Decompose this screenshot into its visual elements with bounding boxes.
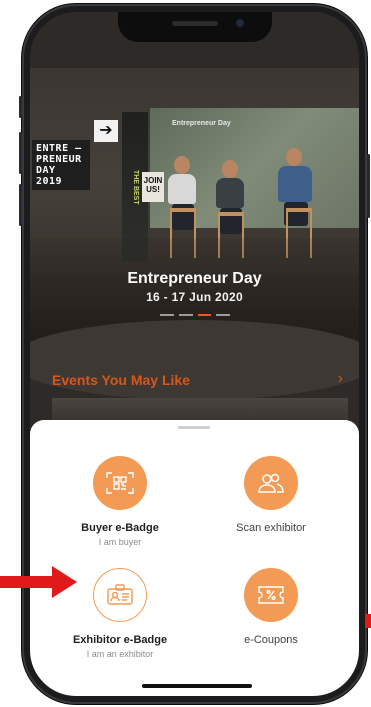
scan-exhibitor-option[interactable]: Scan exhibitor — [196, 456, 346, 534]
power-button — [367, 154, 370, 218]
hero-banner[interactable]: Entrepreneur Day ENTRE — PRENEUR DAY 201… — [30, 68, 359, 348]
front-camera — [236, 19, 244, 27]
id-card-icon — [93, 568, 147, 622]
stage-screen-text: Entrepreneur Day — [172, 120, 231, 127]
carousel-dot[interactable] — [178, 314, 193, 316]
volume-up-button — [19, 132, 22, 174]
phone-frame: Entrepreneur Day ENTRE — PRENEUR DAY 201… — [19, 4, 370, 704]
qr-code-icon — [93, 456, 147, 510]
arrow-sign-icon: ➔ — [94, 120, 118, 142]
phone-screen: Entrepreneur Day ENTRE — PRENEUR DAY 201… — [30, 12, 359, 696]
carousel-dot[interactable] — [160, 314, 174, 316]
mute-switch — [19, 96, 22, 118]
carousel-dot[interactable] — [197, 314, 212, 316]
notch — [118, 12, 272, 42]
carousel-indicator[interactable] — [160, 314, 230, 318]
hero-title: Entrepreneur Day — [127, 270, 262, 287]
option-subtitle: I am buyer — [98, 537, 142, 547]
annotation-mark — [365, 614, 371, 628]
buyer-e-badge-option[interactable]: Buyer e-Badge I am buyer — [45, 456, 195, 547]
option-subtitle: I am an exhibitor — [86, 649, 154, 659]
e-coupons-option[interactable]: e-Coupons — [196, 568, 346, 646]
option-label: Scan exhibitor — [236, 522, 306, 534]
hero-date: 16 - 17 Jun 2020 — [146, 290, 243, 304]
option-label: Buyer e-Badge — [81, 522, 159, 534]
home-indicator[interactable] — [142, 684, 252, 688]
option-label: e-Coupons — [244, 634, 298, 646]
hero-curve — [30, 320, 359, 400]
section-title: Events You May Like — [52, 372, 190, 388]
carousel-dot[interactable] — [216, 314, 230, 316]
bottom-sheet: Buyer e-Badge I am buyer Scan exhibitor — [30, 420, 359, 696]
annotation-arrow-icon — [0, 566, 77, 598]
sheet-drag-handle[interactable] — [178, 426, 210, 429]
chevron-right-icon[interactable]: › — [338, 370, 343, 388]
coupon-percent-icon — [244, 568, 298, 622]
option-label: Exhibitor e-Badge — [72, 634, 168, 646]
people-icon — [244, 456, 298, 510]
event-banner: ENTRE — PRENEUR DAY 2019 — [32, 140, 90, 190]
volume-down-button — [19, 184, 22, 226]
speaker — [172, 21, 218, 26]
join-us-sign: JOIN US! — [142, 172, 164, 202]
